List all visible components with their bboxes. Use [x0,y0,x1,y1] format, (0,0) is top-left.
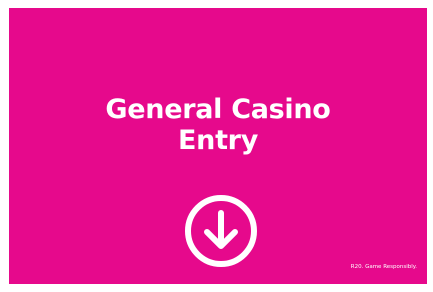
sign-title: General Casino Entry [9,94,427,156]
sign-title-line-2: Entry [178,125,258,156]
disclaimer-text: R20. Game Responsibly. [350,264,417,270]
arrow-down-circle-icon [185,195,257,267]
sign-title-line-1: General Casino [105,94,331,125]
entry-sign: General Casino Entry R20. Game Responsib… [9,8,427,284]
